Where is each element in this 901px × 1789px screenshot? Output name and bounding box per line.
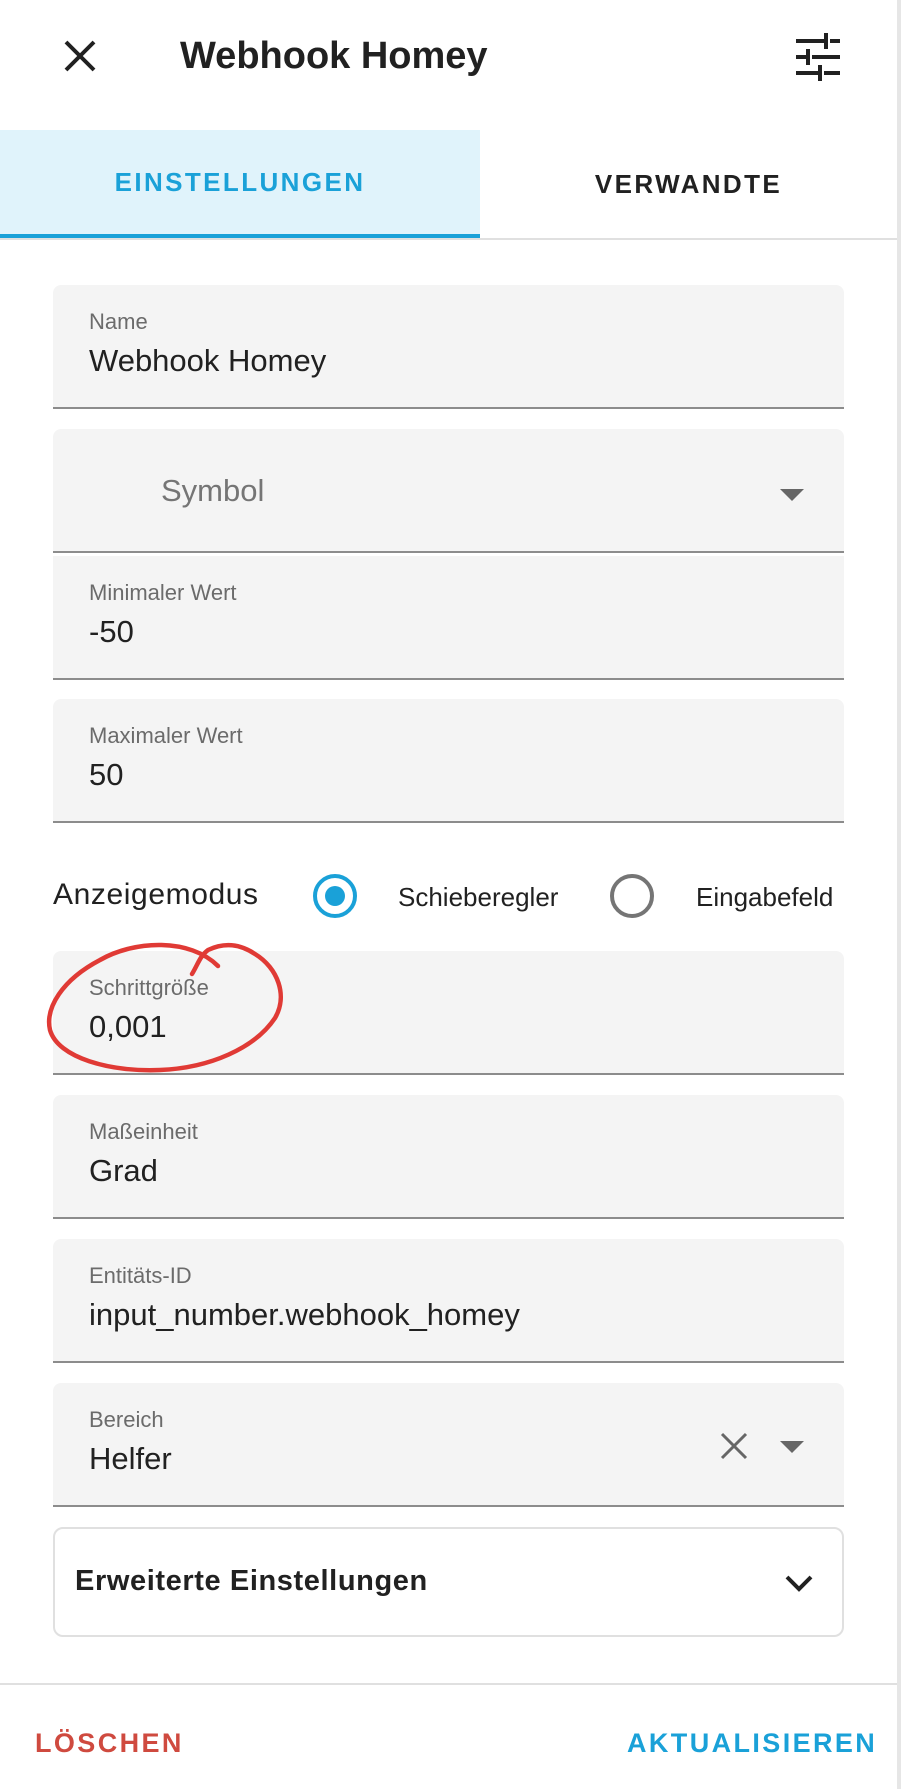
close-icon: [64, 40, 96, 72]
max-value-label: Maximaler Wert: [89, 723, 243, 748]
dialog-title: Webhook Homey: [180, 35, 488, 77]
name-value: Webhook Homey: [89, 343, 327, 378]
chevron-down-icon: [785, 1575, 813, 1592]
max-value: 50: [89, 757, 124, 792]
entity-id-field[interactable]: Entitäts-ID input_number.webhook_homey: [53, 1239, 844, 1363]
window-edge: [897, 0, 901, 1789]
display-mode-group: Anzeigemodus Schieberegler Eingabefeld: [53, 868, 844, 928]
entity-id-label: Entitäts-ID: [89, 1263, 192, 1288]
tab-settings[interactable]: EINSTELLUNGEN: [0, 130, 480, 238]
min-value-field[interactable]: Minimaler Wert -50: [53, 556, 844, 680]
area-picker[interactable]: Bereich Helfer: [53, 1383, 844, 1507]
step-size-label: Schrittgröße: [89, 975, 209, 1000]
area-value: Helfer: [89, 1441, 172, 1476]
delete-button[interactable]: LÖSCHEN: [35, 1728, 184, 1759]
unit-label: Maßeinheit: [89, 1119, 198, 1144]
min-value-label: Minimaler Wert: [89, 580, 237, 605]
advanced-settings-label: Erweiterte Einstellungen: [75, 1565, 428, 1597]
dialog-header: Webhook Homey: [0, 0, 897, 130]
clear-icon[interactable]: [719, 1431, 749, 1461]
dropdown-arrow-icon: [780, 489, 804, 501]
radio-input-field[interactable]: [610, 874, 654, 918]
display-mode-label: Anzeigemodus: [53, 878, 259, 911]
tab-related[interactable]: VERWANDTE: [480, 130, 897, 238]
step-size-value: 0,001: [89, 1009, 167, 1044]
entity-id-value: input_number.webhook_homey: [89, 1297, 520, 1332]
footer-divider: [0, 1683, 897, 1685]
radio-slider-label[interactable]: Schieberegler: [398, 882, 558, 913]
dropdown-arrow-icon[interactable]: [780, 1441, 804, 1453]
min-value: -50: [89, 614, 134, 649]
symbol-picker[interactable]: Symbol: [53, 429, 844, 553]
symbol-placeholder: Symbol: [161, 473, 265, 508]
close-button[interactable]: [48, 24, 112, 88]
advanced-settings-expander[interactable]: Erweiterte Einstellungen: [53, 1527, 844, 1637]
tune-icon: [796, 33, 840, 81]
area-label: Bereich: [89, 1407, 164, 1432]
radio-input-field-label[interactable]: Eingabefeld: [696, 882, 833, 913]
unit-value: Grad: [89, 1153, 158, 1188]
radio-slider[interactable]: [313, 874, 357, 918]
update-button[interactable]: AKTUALISIEREN: [627, 1728, 877, 1759]
unit-field[interactable]: Maßeinheit Grad: [53, 1095, 844, 1219]
entity-settings-button[interactable]: [786, 26, 850, 90]
name-field[interactable]: Name Webhook Homey: [53, 285, 844, 409]
name-label: Name: [89, 309, 148, 334]
step-size-field[interactable]: Schrittgröße 0,001: [53, 951, 844, 1075]
tab-bar: EINSTELLUNGEN VERWANDTE: [0, 130, 897, 240]
max-value-field[interactable]: Maximaler Wert 50: [53, 699, 844, 823]
